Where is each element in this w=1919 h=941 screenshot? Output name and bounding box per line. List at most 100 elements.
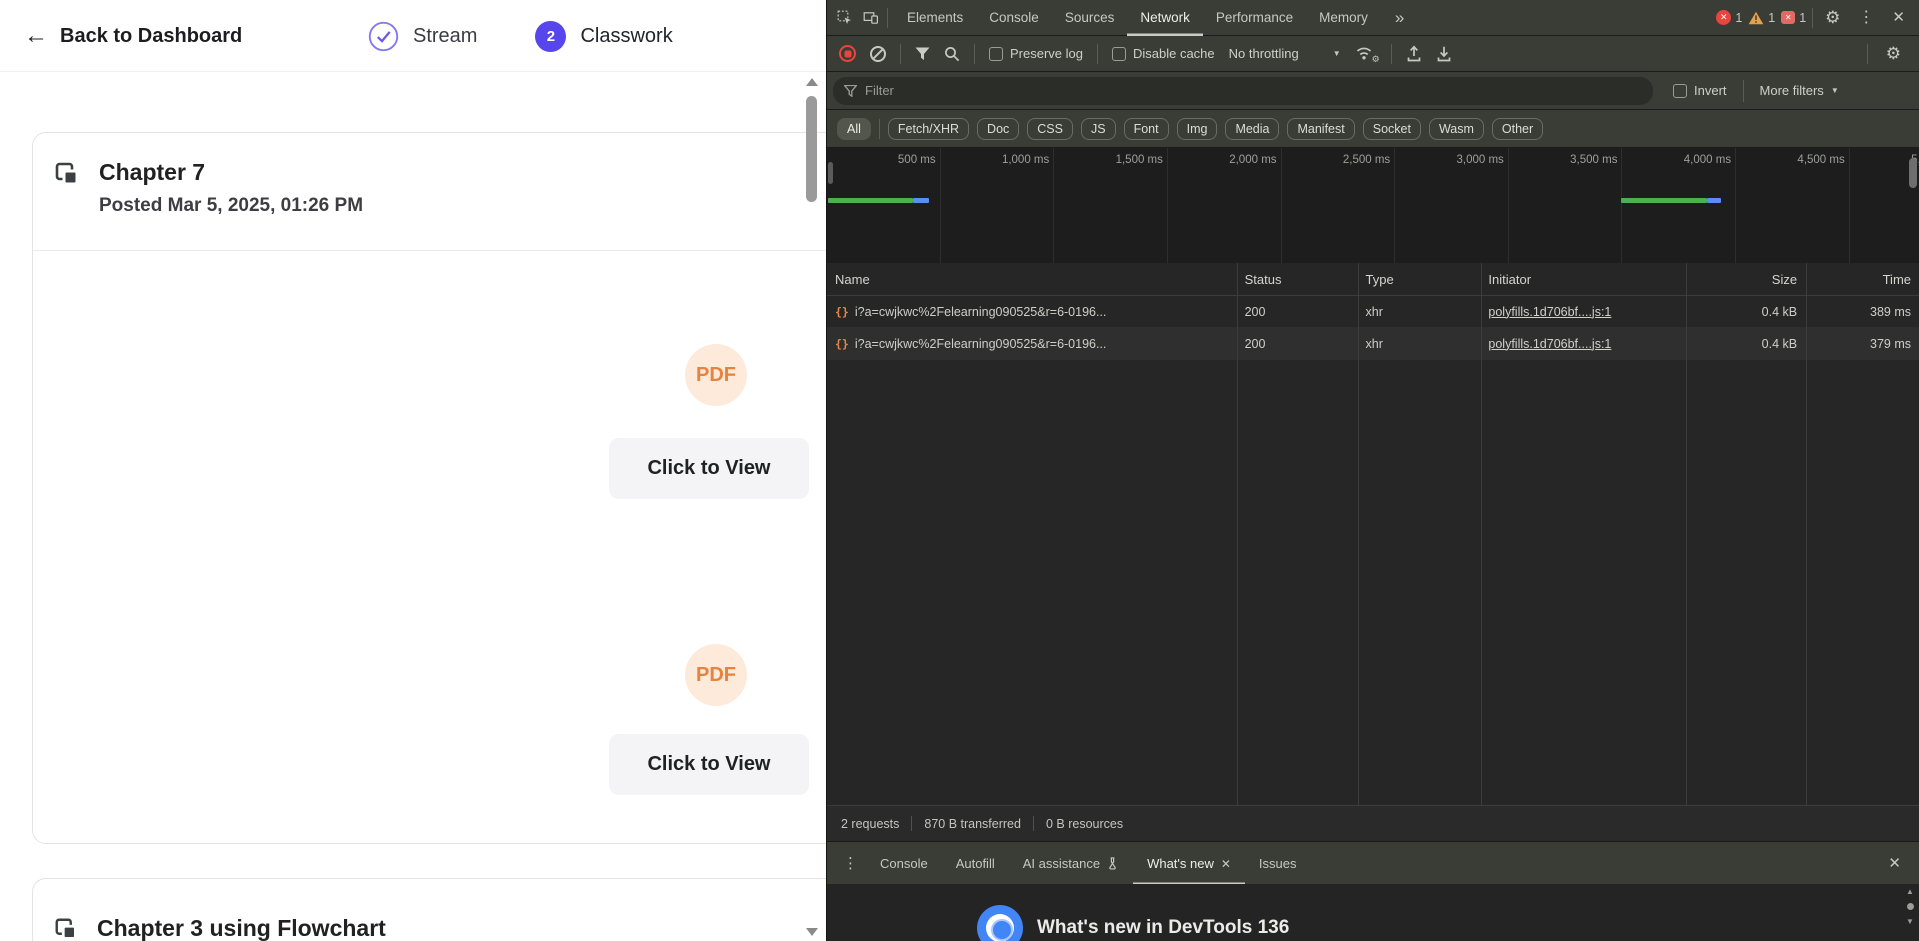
assignment-card-chapter-7[interactable]: Chapter 7 Posted Mar 5, 2025, 01:26 PM P… [32, 132, 826, 844]
throttling-dropdown[interactable]: No throttling ▼ [1229, 46, 1341, 61]
drawer-tab-console[interactable]: Console [866, 842, 942, 885]
chevron-down-icon: ▼ [1831, 86, 1839, 95]
column-header-time[interactable]: Time [1805, 272, 1919, 287]
devtools-tab-elements[interactable]: Elements [894, 0, 976, 36]
checkbox[interactable] [1673, 84, 1687, 98]
close-drawer-icon[interactable]: ✕ [1878, 854, 1911, 872]
filter-funnel-icon[interactable] [915, 47, 930, 61]
timeline-tick-label: 500 ms [898, 154, 936, 166]
filter-chip-socket[interactable]: Socket [1363, 118, 1421, 140]
column-divider[interactable] [1686, 263, 1687, 805]
card-title: Chapter 7 [99, 157, 363, 187]
inspect-element-icon[interactable] [835, 8, 855, 28]
close-tab-icon[interactable]: ✕ [1221, 857, 1231, 871]
tab-classwork[interactable]: 2 Classwork [535, 21, 672, 52]
close-devtools-icon[interactable]: ✕ [1886, 0, 1911, 36]
clear-network-log-button[interactable] [870, 46, 886, 62]
devtools-tab-memory[interactable]: Memory [1306, 0, 1381, 36]
more-tabs-icon[interactable]: » [1387, 8, 1412, 28]
back-to-dashboard-button[interactable]: ← Back to Dashboard [24, 0, 242, 72]
filter-input-box[interactable] [833, 77, 1653, 105]
error-badge[interactable]: ✕ 1 [1716, 10, 1742, 25]
scrollbar-down-arrow[interactable] [806, 928, 818, 936]
scrollbar-thumb[interactable] [806, 96, 817, 202]
filter-chip-all[interactable]: All [837, 118, 871, 140]
filter-chip-wasm[interactable]: Wasm [1429, 118, 1484, 140]
column-header-size[interactable]: Size [1685, 272, 1805, 287]
filter-chip-fetch-xhr[interactable]: Fetch/XHR [888, 118, 969, 140]
click-to-view-button[interactable]: Click to View [609, 438, 809, 499]
network-settings-gear-icon[interactable]: ⚙ [1880, 36, 1907, 72]
issues-badge[interactable]: ✕ 1 [1781, 11, 1806, 25]
filter-chip-img[interactable]: Img [1177, 118, 1218, 140]
column-header-type[interactable]: Type [1358, 272, 1481, 287]
scrollbar-down-arrow[interactable]: ▼ [1906, 917, 1914, 926]
devtools-tab-console[interactable]: Console [976, 0, 1052, 36]
network-request-row[interactable]: {}i?a=cwjkwc%2Felearning090525&r=6-0196.… [827, 328, 1919, 360]
import-har-icon[interactable] [1406, 45, 1422, 62]
checkbox[interactable] [1112, 47, 1126, 61]
column-header-status[interactable]: Status [1237, 272, 1358, 287]
column-divider[interactable] [1806, 263, 1807, 805]
separator [1033, 816, 1034, 831]
column-divider[interactable] [1481, 263, 1482, 805]
checkbox[interactable] [989, 47, 1003, 61]
click-to-view-button[interactable]: Click to View [609, 734, 809, 795]
check-circle-icon [368, 21, 399, 52]
scrollbar-thumb[interactable] [1907, 903, 1914, 910]
settings-gear-icon[interactable]: ⚙ [1819, 0, 1846, 36]
devtools-top-bar: ElementsConsoleSourcesNetworkPerformance… [827, 0, 1919, 36]
drawer-tab-issues[interactable]: Issues [1245, 842, 1311, 885]
filter-chip-manifest[interactable]: Manifest [1287, 118, 1354, 140]
warning-badge[interactable]: 1 [1748, 11, 1775, 25]
timeline-scrollbar-thumb[interactable] [1909, 158, 1917, 188]
kebab-menu-icon[interactable]: ⋮ [1852, 0, 1880, 36]
column-divider[interactable] [1237, 263, 1238, 805]
search-icon[interactable] [944, 46, 960, 62]
drawer-kebab-menu-icon[interactable]: ⋮ [835, 854, 866, 872]
timeline-column: 2,000 ms [1168, 148, 1282, 263]
pdf-badge: PDF [685, 644, 747, 706]
column-header-name[interactable]: Name [827, 272, 1237, 287]
whats-new-title: What's new in DevTools 136 [1037, 917, 1289, 939]
device-toolbar-icon[interactable] [861, 8, 881, 28]
more-filters-dropdown[interactable]: More filters ▼ [1760, 83, 1839, 98]
drawer-scrollbar[interactable]: ▲ ▼ [1904, 887, 1916, 926]
filter-chip-font[interactable]: Font [1124, 118, 1169, 140]
timeline-resize-grip[interactable] [828, 162, 833, 184]
filter-chip-other[interactable]: Other [1492, 118, 1543, 140]
drawer-tab-what-s-new[interactable]: What's new✕ [1133, 842, 1245, 885]
preserve-log-checkbox[interactable]: Preserve log [989, 46, 1083, 61]
timeline-tick-label: 3,000 ms [1457, 154, 1504, 166]
filter-chip-css[interactable]: CSS [1027, 118, 1073, 140]
filter-chip-doc[interactable]: Doc [977, 118, 1019, 140]
drawer-tab-ai-assistance[interactable]: AI assistance [1009, 842, 1133, 885]
initiator-link[interactable]: polyfills.1d706bf....js:1 [1488, 337, 1611, 351]
network-overview-timeline[interactable]: 500 ms1,000 ms1,500 ms2,000 ms2,500 ms3,… [827, 148, 1919, 263]
request-name-cell[interactable]: {}i?a=cwjkwc%2Felearning090525&r=6-0196.… [827, 337, 1237, 351]
filter-input[interactable] [865, 83, 1642, 98]
column-header-initiator[interactable]: Initiator [1480, 272, 1685, 287]
assignment-card-chapter-3[interactable]: Chapter 3 using Flowchart [32, 878, 826, 941]
column-divider[interactable] [1358, 263, 1359, 805]
issues-icon: ✕ [1781, 11, 1795, 24]
network-conditions-icon[interactable]: ⚙ [1355, 45, 1377, 63]
scrollbar-up-arrow[interactable]: ▲ [1906, 887, 1914, 896]
record-network-log-button[interactable] [839, 45, 856, 62]
devtools-tab-sources[interactable]: Sources [1052, 0, 1128, 36]
initiator-link[interactable]: polyfills.1d706bf....js:1 [1488, 305, 1611, 319]
tab-stream[interactable]: Stream [368, 21, 477, 52]
filter-chip-js[interactable]: JS [1081, 118, 1116, 140]
drawer-tab-autofill[interactable]: Autofill [942, 842, 1009, 885]
disable-cache-checkbox[interactable]: Disable cache [1112, 46, 1215, 61]
invert-checkbox[interactable]: Invert [1673, 83, 1727, 98]
devtools-tab-performance[interactable]: Performance [1203, 0, 1306, 36]
export-har-icon[interactable] [1436, 45, 1452, 62]
network-toolbar: Preserve log Disable cache No throttling… [827, 36, 1919, 72]
devtools-tab-network[interactable]: Network [1127, 0, 1203, 36]
network-request-row[interactable]: {}i?a=cwjkwc%2Felearning090525&r=6-0196.… [827, 296, 1919, 328]
filter-chip-media[interactable]: Media [1225, 118, 1279, 140]
request-name-cell[interactable]: {}i?a=cwjkwc%2Felearning090525&r=6-0196.… [827, 305, 1237, 319]
app-scrollbar[interactable] [803, 0, 820, 941]
scrollbar-up-arrow[interactable] [806, 78, 818, 86]
